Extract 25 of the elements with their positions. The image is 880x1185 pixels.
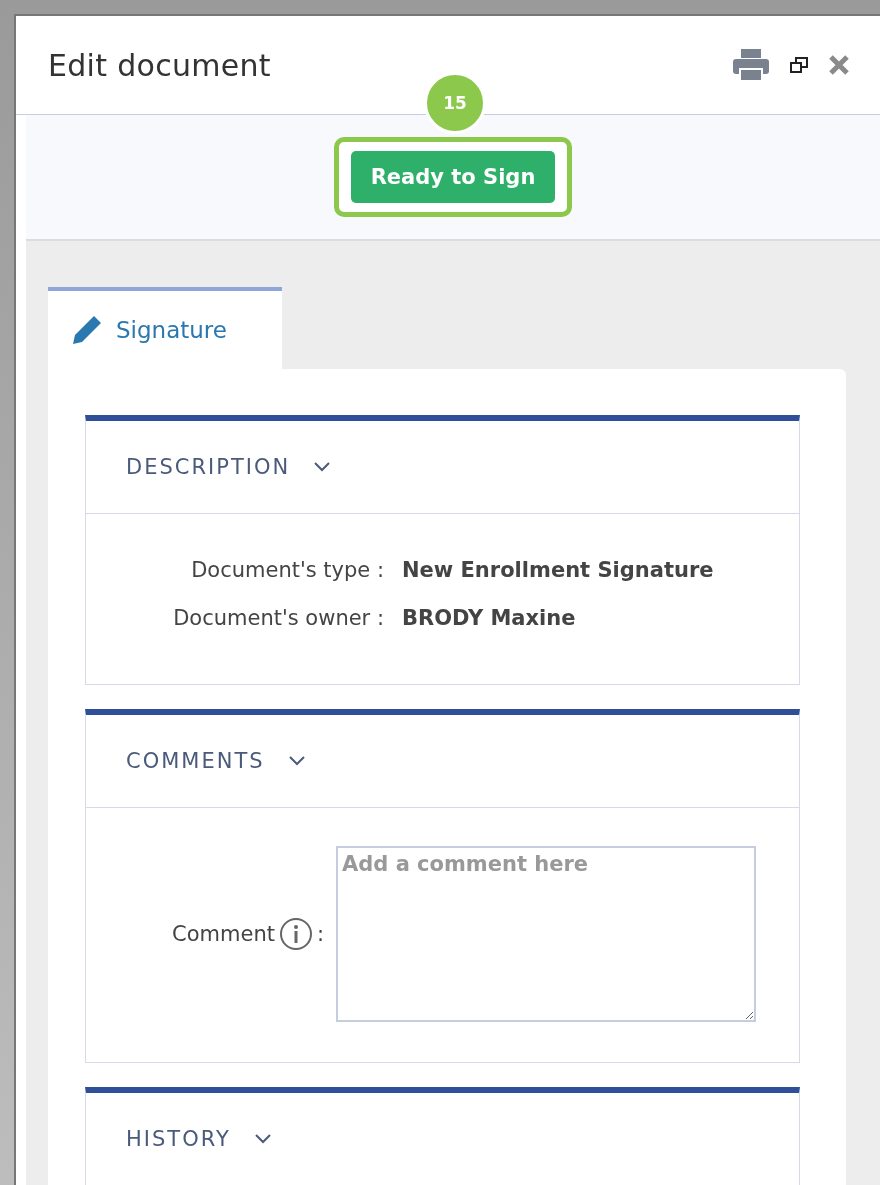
section-header[interactable]: DESCRIPTION <box>86 421 799 513</box>
tab-label: Signature <box>116 317 227 343</box>
chevron-down-icon <box>254 1134 271 1144</box>
field-label: Document's owner : <box>172 606 384 630</box>
step-badge: 15 <box>424 72 486 134</box>
info-icon[interactable] <box>278 917 313 951</box>
field-separator: : <box>316 922 324 946</box>
section-title: HISTORY <box>126 1127 231 1151</box>
section-header[interactable]: HISTORY <box>86 1093 799 1185</box>
restore-icon[interactable] <box>790 57 808 73</box>
field-label: Document's type : <box>190 558 384 582</box>
window-title: Edit document <box>48 47 271 83</box>
pencil-icon <box>70 313 104 347</box>
field-value: New Enrollment Signature <box>402 558 715 582</box>
chevron-down-icon <box>288 756 305 766</box>
section-title: DESCRIPTION <box>126 455 291 479</box>
section-title: COMMENTS <box>126 749 265 773</box>
printer-icon[interactable] <box>732 48 770 82</box>
chevron-down-icon <box>314 462 331 472</box>
field-label: Comment <box>172 922 275 946</box>
field-value: BRODY Maxine <box>402 606 577 630</box>
comment-field[interactable]: Add a comment here <box>336 846 756 1022</box>
section-header[interactable]: COMMENTS <box>86 715 799 807</box>
tab[interactable]: Signature <box>48 287 282 369</box>
close-icon[interactable] <box>828 54 850 76</box>
